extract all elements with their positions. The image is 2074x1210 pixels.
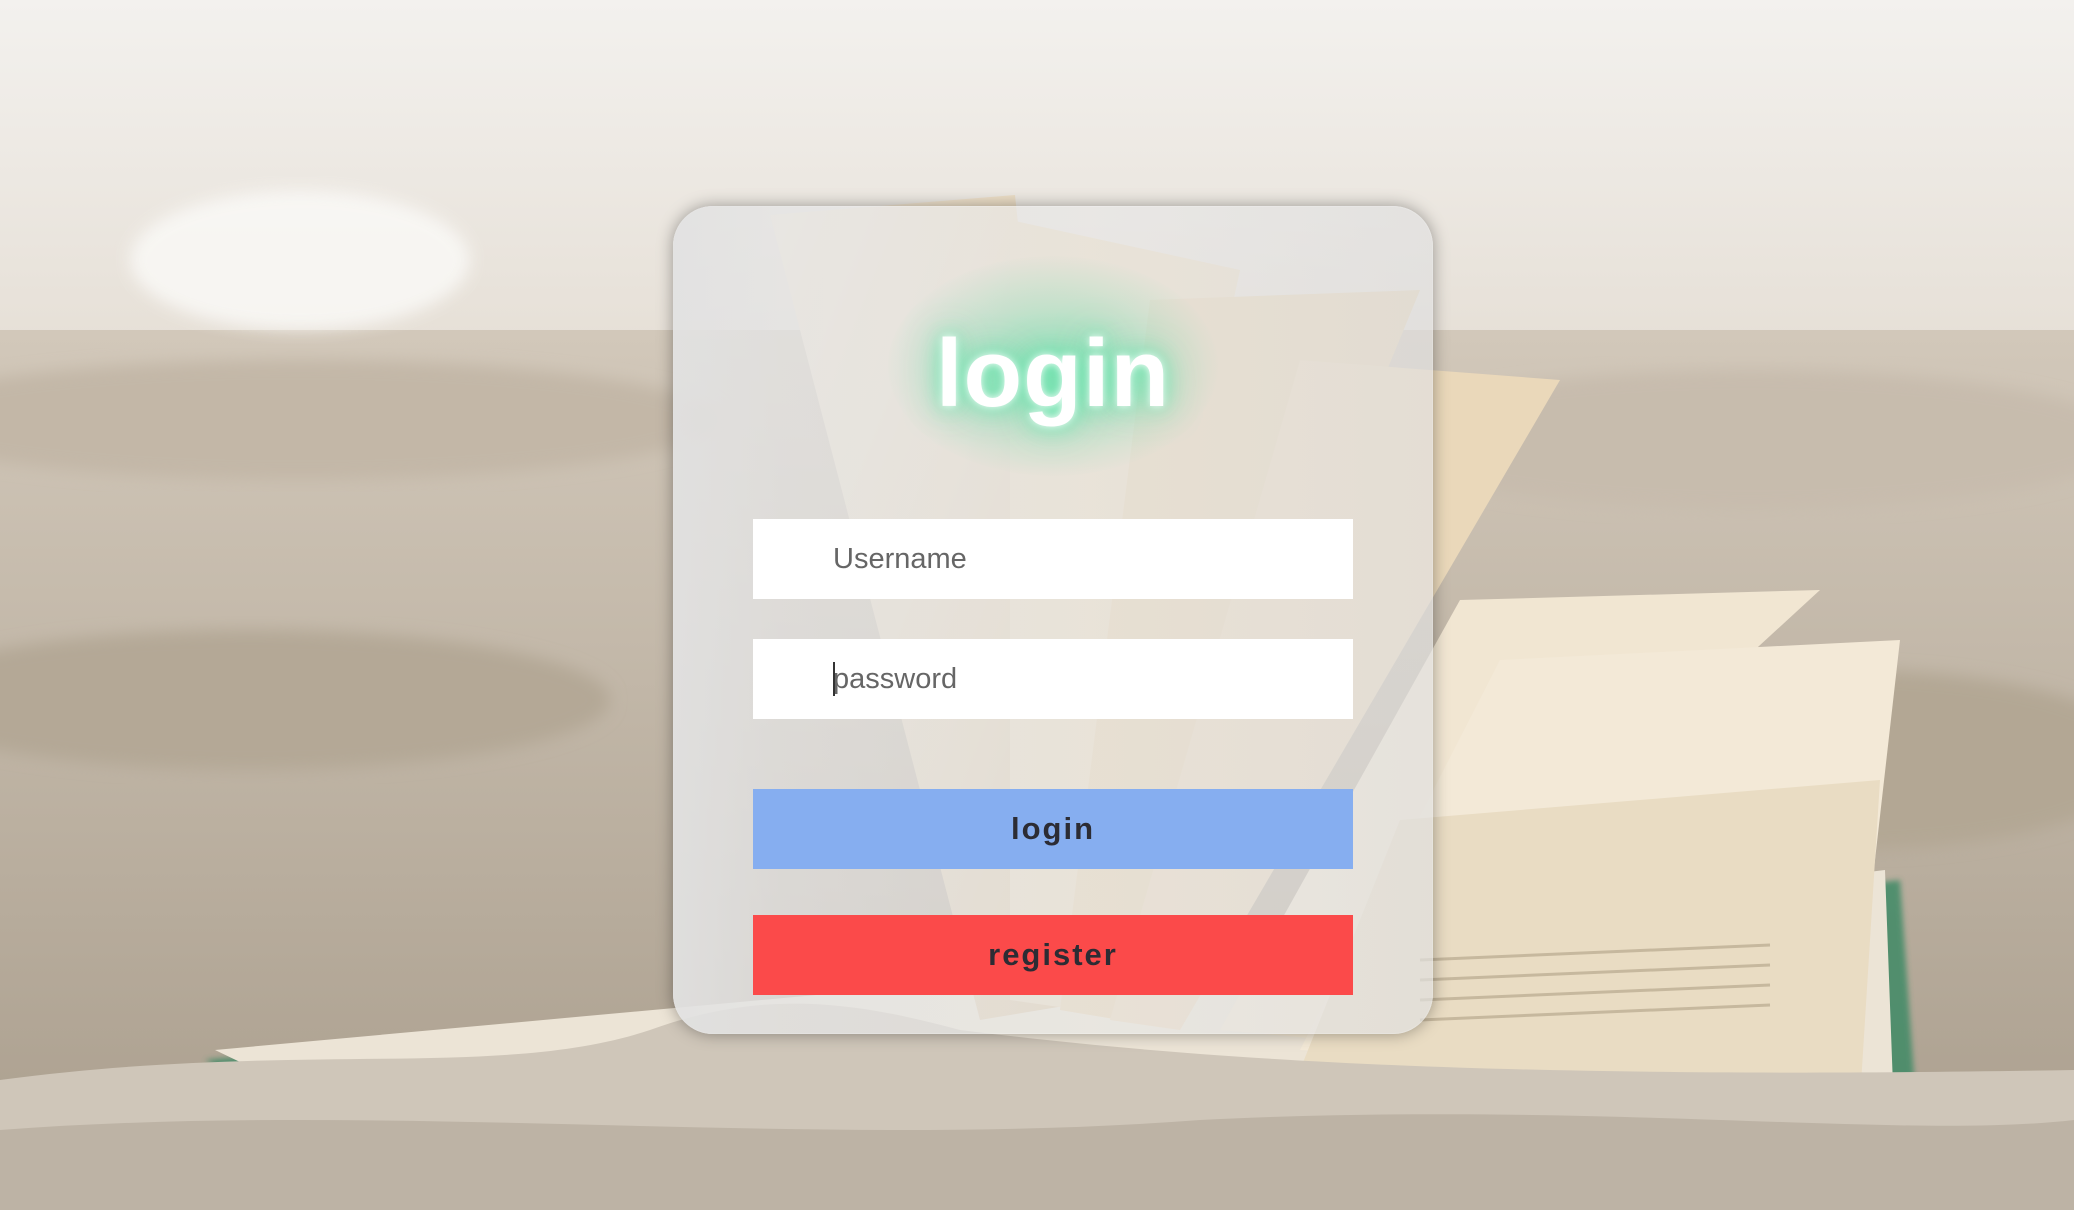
register-button[interactable]: register — [753, 915, 1353, 995]
username-input[interactable] — [753, 519, 1353, 599]
login-button[interactable]: login — [753, 789, 1353, 869]
login-page: login login register — [0, 0, 2074, 1210]
login-title: login — [935, 320, 1171, 427]
text-caret — [833, 662, 835, 696]
login-card: login login register — [673, 206, 1433, 1034]
password-input[interactable] — [753, 639, 1353, 719]
